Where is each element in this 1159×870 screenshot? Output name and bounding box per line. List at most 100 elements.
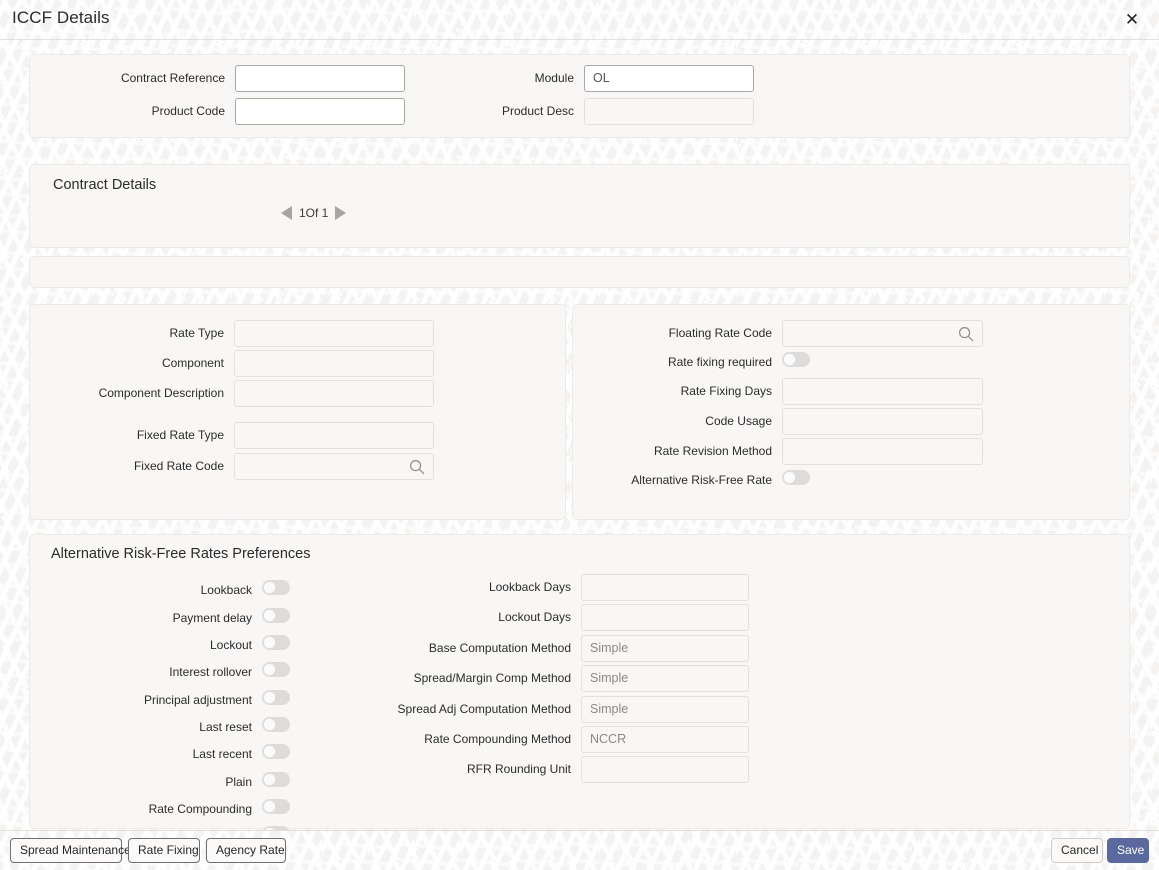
fixed-rate-type-input: [234, 422, 434, 449]
principal-adjustment-toggle[interactable]: [262, 690, 290, 705]
product-code-input[interactable]: [235, 98, 405, 125]
record-pager: 1Of 1: [281, 206, 347, 220]
field-label: Base Computation Method: [428, 641, 571, 655]
module-input[interactable]: OL: [584, 65, 754, 92]
product-desc-input: [584, 98, 754, 125]
rfr-rounding-unit-input: [581, 756, 749, 783]
field-label: Lookback: [200, 583, 252, 597]
page-title: ICCF Details: [12, 8, 110, 27]
dialog-header: ICCF Details ✕: [0, 0, 1159, 40]
field-floating-rate-code: Floating Rate Code: [669, 320, 983, 347]
field-product-code: Product Code: [152, 98, 405, 125]
lockout-days-input: [581, 604, 749, 631]
field-label: Rate Compounding: [148, 802, 252, 816]
field-label: Rate Type: [169, 326, 224, 340]
field-label: Alternative Risk-Free Rate: [631, 473, 772, 487]
spacer-card: [29, 256, 1130, 288]
field-payment-delay: Payment delay: [173, 605, 290, 632]
base-computation-method-input: Simple: [581, 635, 749, 662]
rate-type-input: [234, 320, 434, 347]
triangle-right-icon[interactable]: [335, 206, 347, 220]
field-spread-adj-computation-method: Spread Adj Computation Method Simple: [398, 696, 749, 723]
field-label: Contract Reference: [120, 71, 225, 85]
field-label: Principal adjustment: [143, 693, 252, 707]
field-component-description: Component Description: [99, 380, 434, 407]
field-label: Last recent: [192, 747, 252, 761]
field-spread-margin-comp-method: Spread/Margin Comp Method Simple: [414, 665, 749, 692]
lockout-toggle[interactable]: [262, 635, 290, 650]
field-label: Interest rollover: [169, 665, 252, 679]
save-button[interactable]: Save: [1107, 838, 1149, 863]
triangle-left-icon[interactable]: [281, 206, 292, 220]
field-component: Component: [162, 350, 434, 377]
close-icon[interactable]: ✕: [1121, 9, 1143, 31]
pager-label: 1Of 1: [299, 206, 329, 220]
plain-toggle[interactable]: [262, 772, 290, 787]
cancel-button[interactable]: Cancel: [1051, 838, 1103, 863]
field-label: Rate Compounding Method: [424, 732, 571, 746]
field-label: Lookback Days: [488, 580, 571, 594]
lookback-toggle[interactable]: [262, 580, 290, 595]
field-label: Spread Adj Computation Method: [397, 702, 571, 716]
field-label: Fixed Rate Code: [133, 459, 224, 473]
floating-rate-code-input[interactable]: [782, 320, 983, 347]
field-label: Product Desc: [501, 104, 574, 118]
dialog-footer: Spread Maintenance Rate Fixing Agency Ra…: [0, 830, 1159, 870]
field-module: Module OL: [535, 65, 754, 92]
field-rate-type: Rate Type: [170, 320, 434, 347]
fixed-rate-code-input[interactable]: [234, 453, 434, 480]
field-label: Component Description: [98, 386, 224, 400]
header-divider: [0, 39, 1159, 40]
rate-compounding-toggle[interactable]: [262, 799, 290, 814]
field-label: Spread/Margin Comp Method: [413, 671, 571, 685]
rate-fixing-days-input: [782, 378, 983, 405]
field-label: Lockout Days: [498, 610, 571, 624]
agency-rate-button[interactable]: Agency Rate: [206, 838, 286, 863]
arfr-preferences-card: Alternative Risk-Free Rates Preferences …: [29, 534, 1130, 830]
contract-reference-input[interactable]: [235, 65, 405, 92]
rate-revision-method-input: [782, 438, 983, 465]
last-reset-toggle[interactable]: [262, 717, 290, 732]
field-label: Product Code: [151, 104, 225, 118]
field-label: Module: [534, 71, 574, 85]
field-label: Floating Rate Code: [668, 326, 772, 340]
field-fixed-rate-type: Fixed Rate Type: [137, 422, 434, 449]
field-rate-revision-method: Rate Revision Method: [654, 438, 983, 465]
interest-rollover-toggle[interactable]: [262, 662, 290, 677]
last-recent-toggle[interactable]: [262, 744, 290, 759]
field-label: Rate fixing required: [667, 355, 772, 369]
contract-header-card: Contract Reference Product Code Module O…: [29, 54, 1130, 138]
payment-delay-toggle[interactable]: [262, 608, 290, 623]
field-fixed-rate-code: Fixed Rate Code: [134, 453, 434, 480]
field-alternative-risk-free-rate: Alternative Risk-Free Rate: [631, 467, 983, 494]
field-arrears-method: Arrears Method: [169, 823, 290, 830]
field-base-computation-method: Base Computation Method Simple: [429, 635, 749, 662]
field-last-recent: Last recent: [193, 741, 290, 768]
field-label: Arrears Method: [169, 823, 252, 830]
field-code-usage: Code Usage: [705, 408, 983, 435]
field-label: Code Usage: [705, 414, 772, 428]
field-label: Component: [161, 356, 224, 370]
component-description-input: [234, 380, 434, 407]
field-last-reset: Last reset: [199, 714, 290, 741]
field-rate-compounding-method: Rate Compounding Method NCCR: [424, 726, 749, 753]
field-label: Plain: [225, 775, 252, 789]
alternative-risk-free-rate-toggle[interactable]: [782, 470, 810, 485]
rate-fixing-button[interactable]: Rate Fixing: [128, 838, 200, 863]
field-rate-fixing-days: Rate Fixing Days: [681, 378, 983, 405]
rate-fixing-required-toggle[interactable]: [782, 352, 810, 367]
component-input: [234, 350, 434, 377]
lookback-days-input: [581, 574, 749, 601]
floating-rate-card: Floating Rate Code Rate fixing required …: [572, 304, 1130, 520]
field-rfr-rounding-unit: RFR Rounding Unit: [467, 756, 749, 783]
field-product-desc: Product Desc: [502, 98, 754, 125]
contract-details-title: Contract Details: [53, 177, 157, 193]
field-label: Last reset: [199, 720, 252, 734]
field-label: Fixed Rate Type: [136, 428, 224, 442]
rate-details-card: Rate Type Component Component Descriptio…: [29, 304, 566, 520]
field-principal-adjustment: Principal adjustment: [144, 687, 290, 714]
arfr-title: Alternative Risk-Free Rates Preferences: [51, 546, 311, 562]
field-lockout: Lockout: [210, 632, 290, 659]
field-plain: Plain: [225, 769, 290, 796]
spread-maintenance-button[interactable]: Spread Maintenance: [10, 838, 131, 863]
